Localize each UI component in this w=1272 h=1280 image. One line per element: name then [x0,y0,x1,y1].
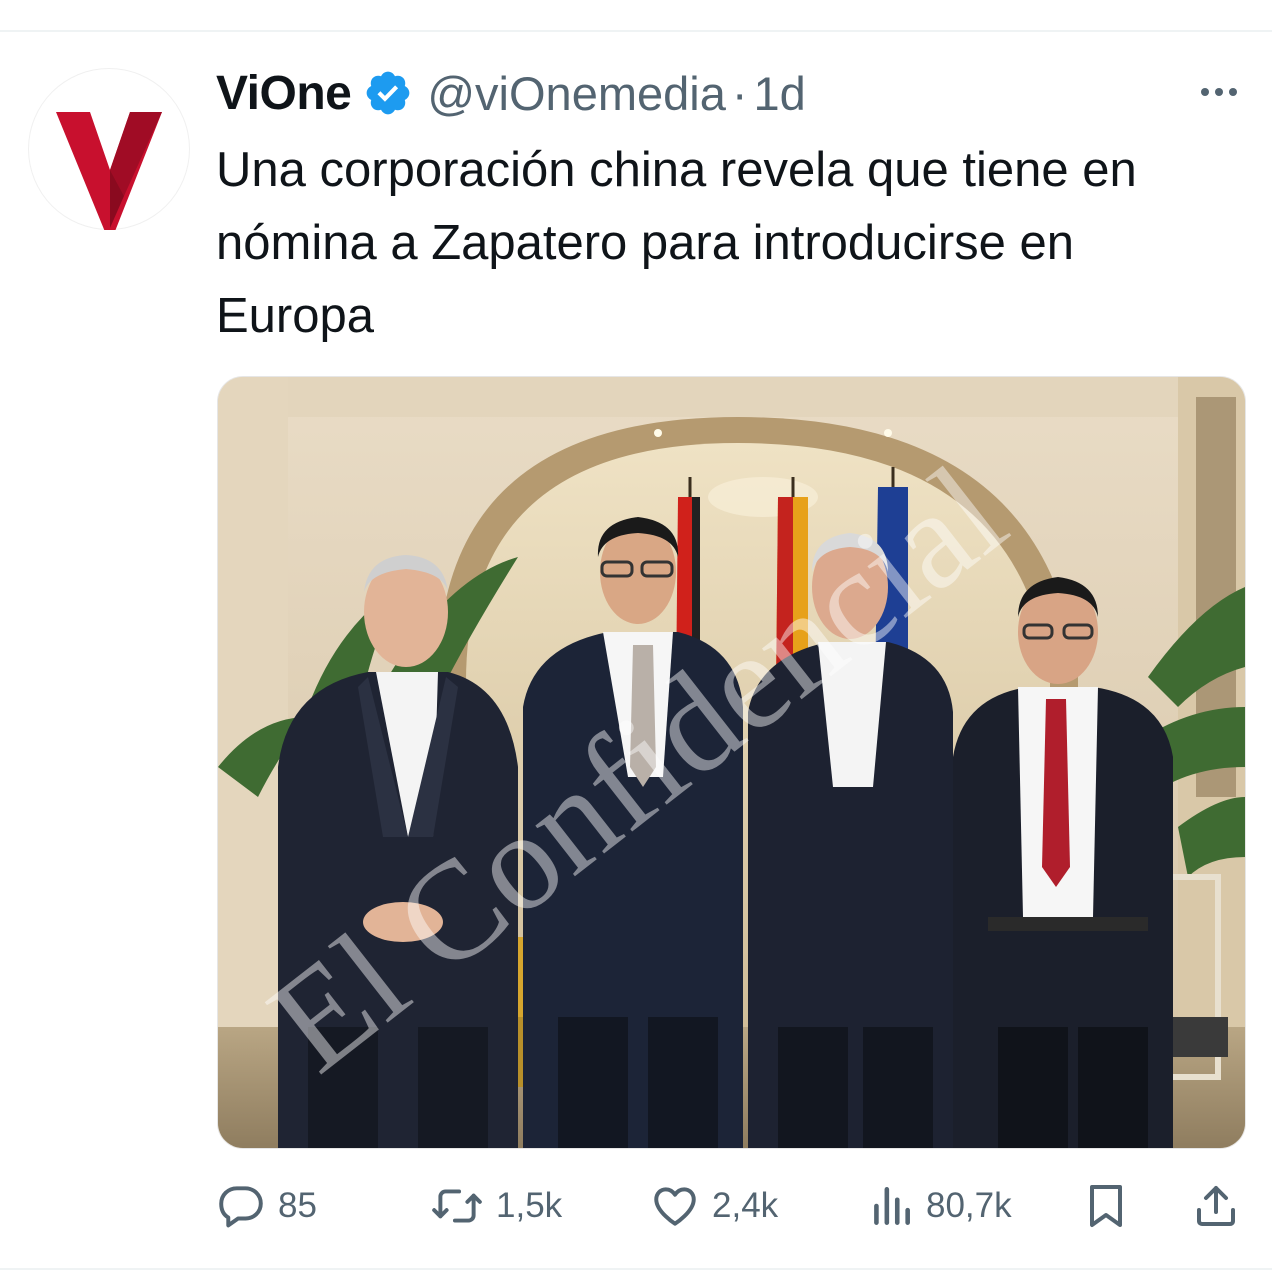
tweet-photo[interactable]: El Confidencial [217,376,1246,1149]
tweet-header: ViOne @viOnemedia · 1d [216,58,806,128]
like-button[interactable]: 2,4k [650,1176,778,1236]
repost-count: 1,5k [496,1186,563,1225]
bookmark-button[interactable] [1084,1176,1128,1236]
heart-icon [654,1187,696,1226]
photo-illustration: El Confidencial [218,377,1245,1148]
verified-badge-icon [366,71,410,115]
more-horizontal-icon [1201,88,1237,96]
vione-logo [56,112,162,230]
share-button[interactable] [1192,1176,1240,1236]
reply-button[interactable]: 85 [216,1176,317,1236]
timestamp[interactable]: 1d [754,66,806,121]
view-count: 80,7k [926,1186,1012,1225]
meta-separator: · [731,66,748,120]
bookmark-icon [1090,1185,1122,1227]
author-display-name[interactable]: ViOne [216,66,352,121]
top-divider [0,30,1272,32]
bar-chart-icon [874,1187,910,1225]
speech-bubble-icon [219,1186,263,1228]
action-bar: 85 1,5k 2,4k 80,7k [0,1176,1272,1236]
repost-button[interactable]: 1,5k [430,1176,562,1236]
reply-count: 85 [278,1186,317,1225]
author-avatar[interactable] [28,68,190,230]
bottom-divider [0,1268,1272,1270]
tweet-text: Una corporación china revela que tiene e… [216,143,1151,343]
views-button[interactable]: 80,7k [868,1176,1012,1236]
more-options-button[interactable] [1192,74,1246,110]
repost-arrows-icon [432,1189,482,1223]
share-upload-icon [1197,1186,1235,1226]
like-count: 2,4k [712,1186,779,1225]
author-handle[interactable]: @viOnemedia [427,66,726,121]
